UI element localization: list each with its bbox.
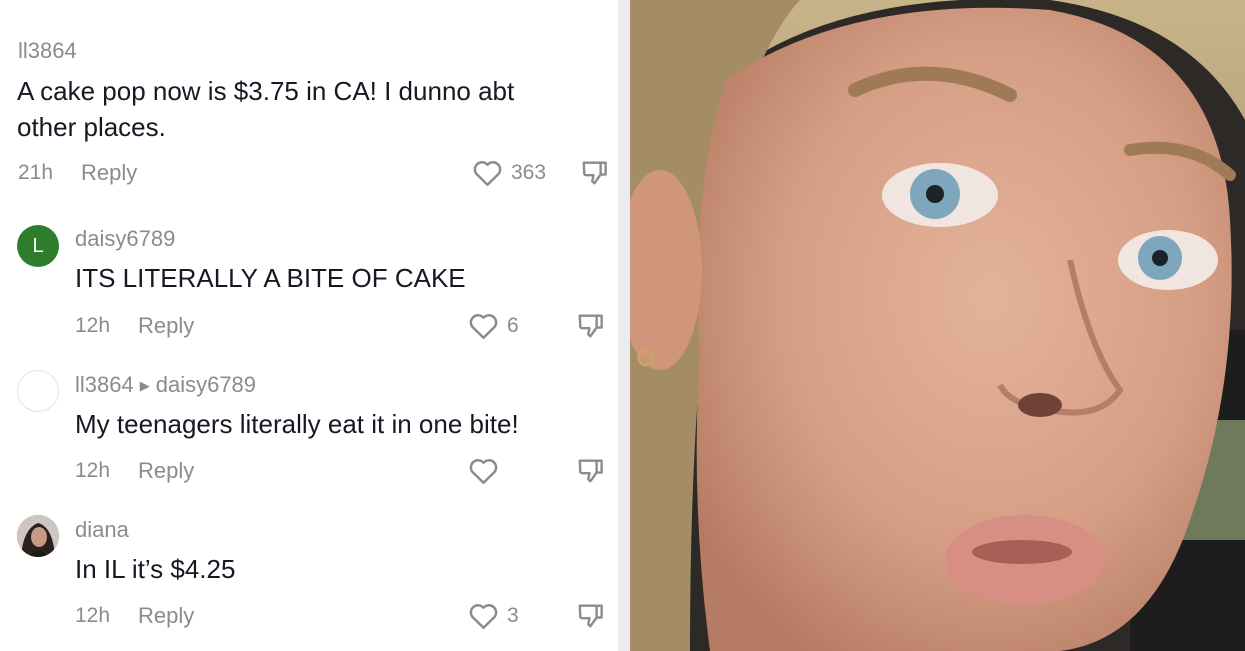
like-button[interactable]: 3 [468,601,519,630]
like-count: 3 [507,603,519,627]
panel-divider [618,0,630,651]
comment-timestamp: 12h [75,604,111,627]
comment-timestamp: 12h [75,314,111,337]
comment-text-line: A cake pop now is $3.75 in CA! I dunno a… [17,76,515,106]
triangle-right-icon: ▶ [139,378,150,393]
like-count: 6 [507,313,519,337]
avatar-letter: L [32,234,44,257]
thumbs-down-outline-icon [578,604,603,628]
comment-text-line: other places. [17,112,166,142]
reply-button[interactable]: Reply [138,313,194,339]
dislike-button[interactable] [576,600,606,635]
comment-username[interactable]: diana [75,517,129,543]
reply-button[interactable]: Reply [81,160,137,186]
like-button[interactable]: 363 [472,158,546,187]
avatar-photo-image [17,515,59,557]
reply-to-username[interactable]: daisy6789 [156,372,256,397]
comment-text: In IL it’s $4.25 [75,554,236,584]
avatar[interactable] [17,370,59,412]
dislike-button[interactable] [576,455,606,490]
reply-button[interactable]: Reply [138,458,194,484]
comment-username[interactable]: ll3864 [75,372,134,397]
avatar[interactable]: L [17,225,59,267]
comment-text: A cake pop now is $3.75 in CA! I dunno a… [17,73,514,145]
like-button[interactable] [468,456,507,485]
heart-outline-icon [469,459,498,484]
heart-outline-icon [469,604,498,629]
comments-panel: ll3864 A cake pop now is $3.75 in CA! I … [0,0,618,651]
comment-text: My teenagers literally eat it in one bit… [75,409,519,439]
dislike-button[interactable] [580,157,610,192]
video-frame-photo [630,0,1245,651]
like-button[interactable]: 6 [468,311,519,340]
reply-button[interactable]: Reply [138,603,194,629]
thumbs-down-outline-icon [578,314,603,338]
thumbs-down-outline-icon [582,161,607,185]
reply-thread-header: ll3864 ▶ daisy6789 [75,372,256,398]
comment-text: ITS LITERALLY A BITE OF CAKE [75,263,466,293]
like-count: 363 [511,160,547,184]
heart-outline-icon [469,314,498,339]
face-closeup-image [630,0,1245,651]
comment-timestamp: 12h [75,459,111,482]
thumbs-down-outline-icon [578,459,603,483]
dislike-button[interactable] [576,310,606,345]
comment-username[interactable]: ll3864 [18,38,77,64]
heart-outline-icon [473,161,502,186]
avatar[interactable] [17,515,59,557]
comment-timestamp: 21h [18,161,54,184]
comment-username[interactable]: daisy6789 [75,226,175,252]
